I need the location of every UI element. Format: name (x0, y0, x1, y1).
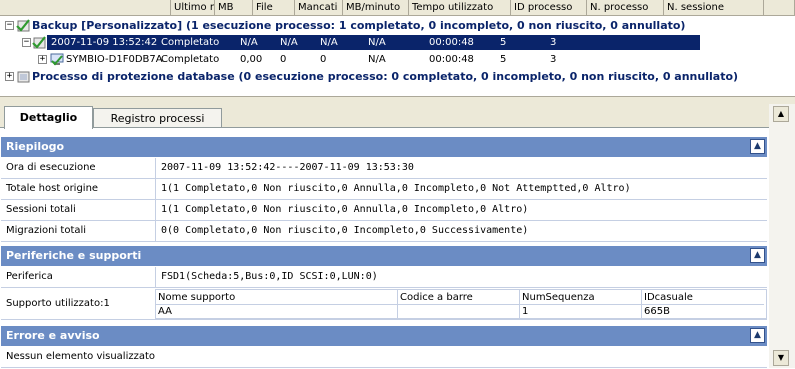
job-file: N/A (280, 37, 298, 48)
column-mb-minuto[interactable]: MB/minuto (343, 0, 409, 15)
row-label: Sessioni totali (6, 204, 76, 215)
column-header-name[interactable] (0, 0, 171, 15)
collapse-icon[interactable]: − (22, 38, 31, 47)
row-value: 0(0 Completato,0 Non riuscito,0 Incomple… (155, 221, 767, 241)
job-time: 00:00:48 (429, 37, 474, 48)
media-table: Nome supporto Codice a barre NumSequenza… (155, 289, 767, 319)
collapse-icon[interactable]: − (5, 21, 14, 30)
tree-row-backup[interactable]: − Backup [Personalizzato] (1 esecuzione … (0, 18, 795, 33)
column-filler (764, 0, 795, 15)
row-value: 1(1 Completato,0 Non riuscito,0 Annulla,… (155, 179, 767, 199)
device-value: FSD1(Scheda:5,Bus:0,ID SCSI:0,LUN:0) (155, 267, 767, 287)
media-label: Supporto utilizzato:1 (6, 298, 110, 309)
column-ultimo-risultato[interactable]: Ultimo risultato (171, 0, 215, 15)
media-value-sequence: 1 (520, 304, 642, 319)
expand-icon[interactable]: + (38, 55, 47, 64)
row-label: Ora di esecuzione (6, 162, 96, 173)
job-status-check-icon (16, 19, 30, 32)
host-job-number: 3 (550, 54, 557, 65)
media-header-barcode: Codice a barre (398, 290, 520, 305)
grid-row: Sessioni totali 1(1 Completato,0 Non riu… (1, 200, 767, 221)
column-mb[interactable]: MB (215, 0, 253, 15)
row-value: 2007-11-09 13:52:42----2007-11-09 13:53:… (155, 158, 767, 178)
collapse-section-icon[interactable]: ▲ (750, 248, 765, 263)
job-status-check-icon (32, 36, 46, 49)
job-mb-minute: N/A (368, 37, 386, 48)
section-header-devices: Periferiche e supporti ▲ (1, 246, 767, 266)
column-tempo-utilizzato[interactable]: Tempo utilizzato (409, 0, 511, 15)
column-mancati[interactable]: Mancati (295, 0, 343, 15)
tab-dettaglio[interactable]: Dettaglio (4, 106, 93, 129)
database-job-icon (17, 71, 30, 83)
host-missed: 0 (320, 54, 327, 65)
tab-registro-processi[interactable]: Registro processi (93, 108, 222, 127)
job-result: Completato (161, 37, 220, 48)
media-value-name: AA (156, 304, 398, 319)
grid-row: Totale host origine 1(1 Completato,0 Non… (1, 179, 767, 200)
scroll-up-icon[interactable]: ▲ (773, 106, 789, 122)
collapse-section-icon[interactable]: ▲ (750, 328, 765, 343)
column-n-processo[interactable]: N. processo (587, 0, 664, 15)
tab-bar: Dettaglio Registro processi (0, 104, 769, 129)
job-mb: N/A (240, 37, 258, 48)
collapse-section-icon[interactable]: ▲ (750, 139, 765, 154)
grid-row: Nessun elemento visualizzato (1, 347, 767, 368)
host-name: SYMBIO-D1F0DB7A (66, 54, 163, 65)
job-id: 5 (500, 37, 507, 48)
row-label: Totale host origine (6, 183, 99, 194)
host-mb-minute: N/A (368, 54, 386, 65)
scroll-down-icon[interactable]: ▼ (773, 350, 789, 366)
section-title: Errore e avviso (6, 329, 100, 342)
job-tree: − Backup [Personalizzato] (1 esecuzione … (0, 16, 795, 96)
column-id-processo[interactable]: ID processo (511, 0, 587, 15)
media-header-random-id: IDcasuale (642, 290, 764, 305)
vertical-scrollbar[interactable]: ▲ ▼ (769, 104, 795, 368)
host-computer-icon (50, 53, 64, 66)
tree-row-host[interactable]: + SYMBIO-D1F0DB7A Completato 0,00 0 0 N/… (0, 52, 795, 67)
grid-row: Periferica FSD1(Scheda:5,Bus:0,ID SCSI:0… (1, 267, 767, 288)
host-file: 0 (280, 54, 287, 65)
column-header: Ultimo risultato MB File Mancati MB/minu… (0, 0, 795, 16)
job-missed: N/A (320, 37, 338, 48)
media-header-sequence: NumSequenza (520, 290, 642, 305)
row-label: Migrazioni totali (6, 225, 87, 236)
tree-row-database[interactable]: + Processo di protezione database (0 ese… (0, 69, 795, 84)
database-group-label: Processo di protezione database (0 esecu… (32, 70, 739, 83)
grid-row: Migrazioni totali 0(0 Completato,0 Non r… (1, 221, 767, 242)
host-mb: 0,00 (240, 54, 263, 65)
expand-icon[interactable]: + (5, 72, 14, 81)
column-file[interactable]: File (253, 0, 295, 15)
job-number: 3 (550, 37, 557, 48)
section-title: Periferiche e supporti (6, 249, 142, 262)
tree-row-job[interactable]: − 2007-11-09 13:52:42 Completato N/A N/A… (0, 35, 795, 50)
section-header-errors: Errore e avviso ▲ (1, 326, 767, 346)
column-n-sessione[interactable]: N. sessione (664, 0, 764, 15)
grid-row-media: Supporto utilizzato:1 Nome supporto Codi… (1, 288, 767, 320)
backup-group-label: Backup [Personalizzato] (1 esecuzione pr… (32, 19, 686, 32)
media-value-barcode (398, 304, 520, 319)
host-time: 00:00:48 (429, 54, 474, 65)
row-value: 1(1 Completato,0 Non riuscito,0 Annulla,… (155, 200, 767, 220)
section-title: Riepilogo (6, 140, 65, 153)
device-label: Periferica (6, 271, 53, 282)
empty-message: Nessun elemento visualizzato (6, 351, 156, 362)
media-header-name: Nome supporto (156, 290, 398, 305)
detail-panel: Riepilogo ▲ Ora di esecuzione 2007-11-09… (0, 127, 769, 369)
host-job-id: 5 (500, 54, 507, 65)
grid-row: Ora di esecuzione 2007-11-09 13:52:42---… (1, 158, 767, 179)
host-result: Completato (161, 54, 220, 65)
media-value-random-id: 665B (644, 306, 670, 317)
section-header-summary: Riepilogo ▲ (1, 137, 767, 157)
job-date: 2007-11-09 13:52:42 (51, 37, 158, 48)
